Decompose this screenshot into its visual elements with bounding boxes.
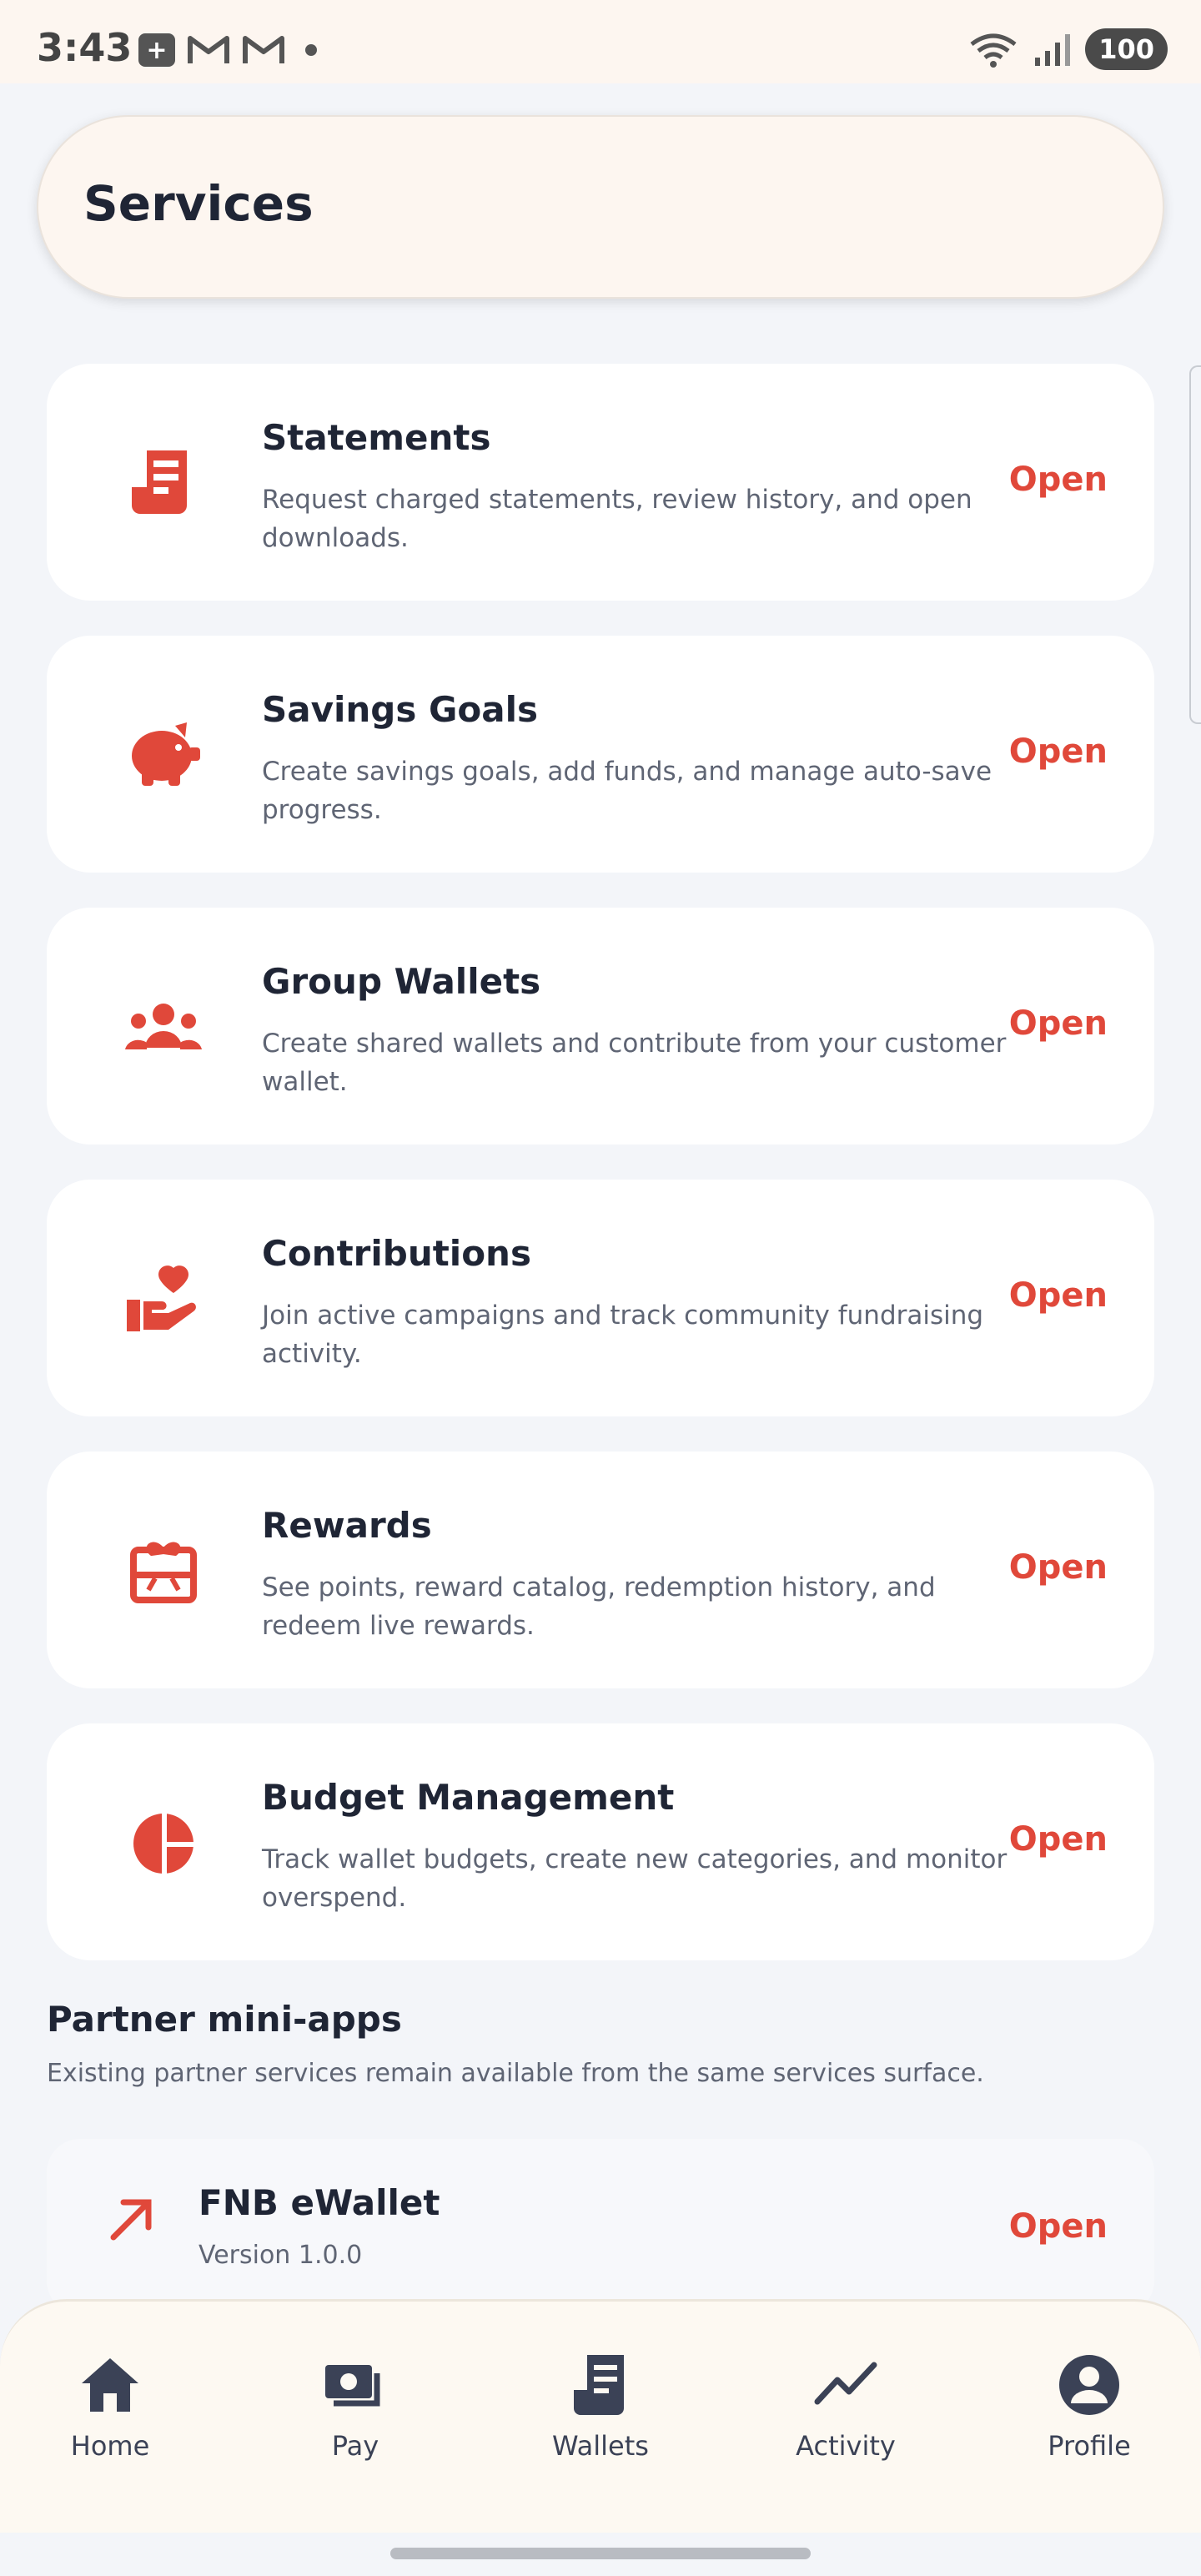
service-title: Statements [262,417,491,458]
service-card-budget-management[interactable]: Budget Management Track wallet budgets, … [47,1723,1154,1960]
nav-pay[interactable]: Pay [272,2352,439,2462]
service-card-rewards[interactable]: Rewards See points, reward catalog, rede… [47,1452,1154,1688]
open-button[interactable]: Open [1009,2207,1108,2246]
open-button[interactable]: Open [1009,460,1108,499]
service-title: Budget Management [262,1777,675,1818]
battery-indicator: 100 [1085,28,1168,70]
hand-heart-icon [122,1261,205,1336]
service-title: Group Wallets [262,961,541,1002]
plus-chip-icon: + [138,33,175,67]
partner-name: FNB eWallet [198,2182,440,2223]
service-card-contributions[interactable]: Contributions Join active campaigns and … [47,1180,1154,1416]
nav-activity[interactable]: Activity [762,2352,929,2462]
home-indicator[interactable] [390,2548,811,2559]
status-time: 3:43 [37,25,133,70]
service-card-savings-goals[interactable]: Savings Goals Create savings goals, add … [47,636,1154,873]
nav-label: Pay [331,2430,379,2462]
open-button[interactable]: Open [1009,732,1108,771]
nav-label: Profile [1048,2430,1131,2462]
nav-label: Wallets [552,2430,649,2462]
open-button[interactable]: Open [1009,1004,1108,1043]
pay-icon [322,2352,389,2418]
open-button[interactable]: Open [1009,1548,1108,1587]
trend-icon [812,2352,879,2418]
open-button[interactable]: Open [1009,1820,1108,1859]
home-icon [77,2352,143,2418]
receipt-icon [567,2352,634,2418]
bottom-navigation: Home Pay Wallets Activity Profile [0,2299,1201,2533]
nav-home[interactable]: Home [27,2352,193,2462]
service-description: Create shared wallets and contribute fro… [262,1029,1007,1097]
group-icon [122,989,205,1064]
service-description: Create savings goals, add funds, and man… [262,757,992,825]
service-description: Join active campaigns and track communit… [262,1301,984,1369]
notification-icons: + [138,33,317,67]
gift-card-icon [122,1533,205,1608]
service-card-group-wallets[interactable]: Group Wallets Create shared wallets and … [47,908,1154,1145]
open-button[interactable]: Open [1009,1276,1108,1315]
section-description: Existing partner services remain availab… [47,2059,984,2088]
service-title: Savings Goals [262,689,539,730]
gmail-icon [188,36,229,63]
piggy-bank-icon [122,717,205,792]
nav-profile[interactable]: Profile [1006,2352,1173,2462]
account-icon [1056,2352,1123,2418]
section-title: Partner mini-apps [47,1999,402,2040]
service-description: Request charged statements, review histo… [262,485,972,553]
page-title: Services [83,175,314,232]
status-bar: 3:43 + 100 [0,0,1201,83]
nav-label: Activity [796,2430,896,2462]
arrow-up-right-icon [105,2192,158,2246]
service-card-statements[interactable]: Statements Request charged statements, r… [47,364,1154,601]
partner-version: Version 1.0.0 [198,2241,363,2270]
app-header: Services [37,115,1164,299]
gmail-icon [243,36,284,63]
signal-icon [1035,34,1071,66]
service-description: Track wallet budgets, create new categor… [262,1844,1008,1913]
service-description: See points, reward catalog, redemption h… [262,1572,936,1641]
nav-label: Home [70,2430,150,2462]
pie-chart-icon [122,1805,205,1880]
service-title: Contributions [262,1233,531,1274]
nav-wallets[interactable]: Wallets [517,2352,684,2462]
service-title: Rewards [262,1505,432,1546]
system-icons: 100 [968,28,1168,70]
receipt-icon [122,445,205,521]
wifi-icon [970,33,1017,68]
scrollbar[interactable] [1189,365,1201,724]
dot-icon [305,44,317,56]
partner-app-fnb-ewallet[interactable]: FNB eWallet Version 1.0.0 Open [47,2139,1154,2314]
